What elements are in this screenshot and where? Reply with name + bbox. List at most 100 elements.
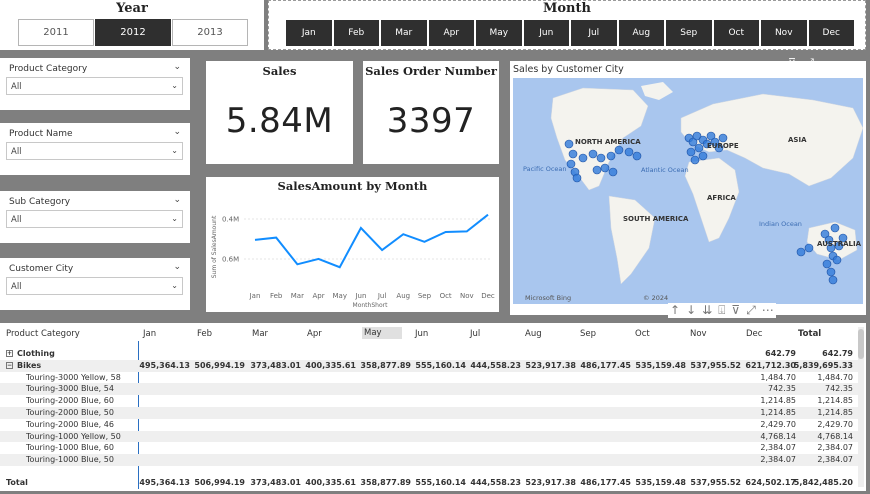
total-row: Total 495,364.13 506,994.19 373,483.01 400,3…: [0, 477, 858, 489]
vertical-scrollbar[interactable]: [858, 327, 864, 487]
column-header-apr[interactable]: Apr: [307, 329, 322, 339]
drill-up-icon[interactable]: ↑: [670, 303, 680, 318]
product-category-dropdown[interactable]: All ⌄: [6, 77, 183, 95]
expand-icon[interactable]: +: [6, 350, 13, 357]
month-button-jan[interactable]: Jan: [286, 20, 332, 46]
card-title: Sales: [262, 64, 297, 78]
city-bubble[interactable]: [624, 147, 634, 157]
sales-by-city-map[interactable]: Sales by Customer City NORTH AMERICA EUR…: [510, 61, 866, 315]
filter-icon[interactable]: ⊽: [731, 303, 740, 318]
table-cell: 1,214.85: [817, 408, 853, 417]
map-label-indian: Indian Ocean: [759, 220, 802, 228]
map-canvas[interactable]: NORTH AMERICA EUROPE ASIA AFRICA SOUTH A…: [513, 78, 863, 304]
city-bubble[interactable]: [588, 149, 598, 159]
city-bubble[interactable]: [698, 151, 708, 161]
month-button-aug[interactable]: Aug: [618, 20, 664, 46]
city-bubble[interactable]: [690, 155, 700, 165]
scrollbar-thumb[interactable]: [858, 329, 864, 359]
collapse-chevron-icon[interactable]: ⌄: [173, 62, 181, 72]
city-bubble[interactable]: [596, 153, 606, 163]
year-button-2011[interactable]: 2011: [18, 19, 94, 46]
collapse-icon[interactable]: −: [6, 361, 13, 369]
collapse-chevron-icon[interactable]: ⌄: [173, 195, 181, 205]
column-header-feb[interactable]: Feb: [197, 329, 212, 339]
month-button-oct[interactable]: Oct: [713, 20, 759, 46]
city-bubble[interactable]: [822, 259, 832, 269]
column-header-sep[interactable]: Sep: [580, 329, 596, 339]
city-bubble[interactable]: [600, 163, 610, 173]
row-label: Clothing: [17, 349, 55, 358]
city-bubble[interactable]: [568, 149, 578, 159]
month-button-may[interactable]: May: [476, 20, 522, 46]
sales-by-month-chart[interactable]: 0.6M 0.4M Sum of SalesAmount MonthShort Jan F…: [206, 177, 499, 312]
year-button-2013[interactable]: 2013: [172, 19, 248, 46]
table-cell: 4,768.14: [760, 431, 796, 441]
row-label: Touring-2000 Blue, 60: [26, 396, 114, 406]
column-header-jan[interactable]: Jan: [143, 329, 156, 339]
city-bubble[interactable]: [608, 167, 618, 177]
month-slicer: Month Jan Feb Mar Apr May Jun Jul Aug Sep Oct Nov D…: [268, 0, 866, 50]
collapse-chevron-icon[interactable]: ⌄: [173, 262, 181, 272]
table-cell: 506,994.19: [194, 478, 245, 487]
month-button-mar[interactable]: Mar: [381, 20, 427, 46]
map-label-europe: EUROPE: [707, 142, 739, 150]
column-header-nov[interactable]: Nov: [690, 329, 707, 339]
city-bubble[interactable]: [826, 267, 836, 277]
city-bubble[interactable]: [832, 255, 842, 265]
more-options-icon[interactable]: ⋯: [762, 303, 774, 318]
drill-down-icon[interactable]: ↓: [686, 303, 696, 318]
row-header: Touring-3000 Yellow, 58: [26, 373, 121, 382]
column-header-dec[interactable]: Dec: [746, 329, 762, 339]
expand-next-level-icon[interactable]: ⇊: [702, 303, 712, 318]
month-button-row: Jan Feb Mar Apr May Jun Jul Aug Sep Oct Nov Dec: [286, 20, 854, 46]
column-header-may[interactable]: May: [362, 327, 402, 339]
column-header-mar[interactable]: Mar: [252, 329, 268, 339]
collapse-chevron-icon[interactable]: ⌄: [173, 127, 181, 137]
month-button-apr[interactable]: Apr: [428, 20, 474, 46]
city-bubble[interactable]: [686, 147, 696, 157]
month-button-feb[interactable]: Feb: [333, 20, 379, 46]
sub-category-dropdown[interactable]: All ⌄: [6, 210, 183, 228]
year-button-2012[interactable]: 2012: [95, 19, 171, 46]
city-bubble[interactable]: [718, 133, 728, 143]
column-header-oct[interactable]: Oct: [635, 329, 650, 339]
city-bubble[interactable]: [804, 243, 814, 253]
city-bubble[interactable]: [592, 165, 602, 175]
column-header-total[interactable]: Total: [798, 329, 821, 339]
city-bubble[interactable]: [830, 223, 840, 233]
month-button-dec[interactable]: Dec: [808, 20, 854, 46]
more-options-icon[interactable]: ⋯: [823, 56, 834, 70]
city-bubble[interactable]: [632, 151, 642, 161]
customer-city-dropdown[interactable]: All ⌄: [6, 277, 183, 295]
focus-mode-icon[interactable]: ⤢: [746, 303, 756, 318]
product-name-dropdown[interactable]: All ⌄: [6, 142, 183, 160]
column-header-aug[interactable]: Aug: [525, 329, 542, 339]
table-cell: 523,917.38: [525, 478, 576, 487]
column-header-jul[interactable]: Jul: [470, 329, 480, 339]
expand-all-icon[interactable]: ⍗: [718, 303, 725, 318]
table-cell: 1,214.85: [760, 396, 796, 406]
city-bubble[interactable]: [614, 145, 624, 155]
month-button-nov[interactable]: Nov: [761, 20, 807, 46]
city-bubble[interactable]: [564, 139, 574, 149]
month-button-jul[interactable]: Jul: [571, 20, 617, 46]
month-button-sep[interactable]: Sep: [666, 20, 712, 46]
city-bubble[interactable]: [828, 275, 838, 285]
filter-icon[interactable]: ⊽: [788, 56, 796, 70]
month-button-jun[interactable]: Jun: [523, 20, 569, 46]
column-header-product-category[interactable]: Product Category: [6, 329, 80, 339]
city-bubble[interactable]: [566, 159, 576, 169]
city-bubble[interactable]: [572, 173, 582, 183]
focus-mode-icon[interactable]: ⤢: [805, 56, 814, 70]
city-bubble[interactable]: [796, 247, 806, 257]
table-cell: 523,917.38: [525, 360, 576, 370]
table-row: Touring-3000 Blue, 54 742.35 742.35: [0, 383, 858, 396]
x-tick-label: Jan: [249, 292, 261, 300]
column-header-jun[interactable]: Jun: [415, 329, 428, 339]
city-bubble[interactable]: [694, 143, 704, 153]
row-header: Touring-1000 Blue, 60: [26, 443, 114, 452]
map-copyright: © 2024: [643, 294, 668, 302]
city-bubble[interactable]: [606, 151, 616, 161]
table-row: + Clothing 642.79 642.79: [0, 348, 858, 360]
city-bubble[interactable]: [578, 153, 588, 163]
